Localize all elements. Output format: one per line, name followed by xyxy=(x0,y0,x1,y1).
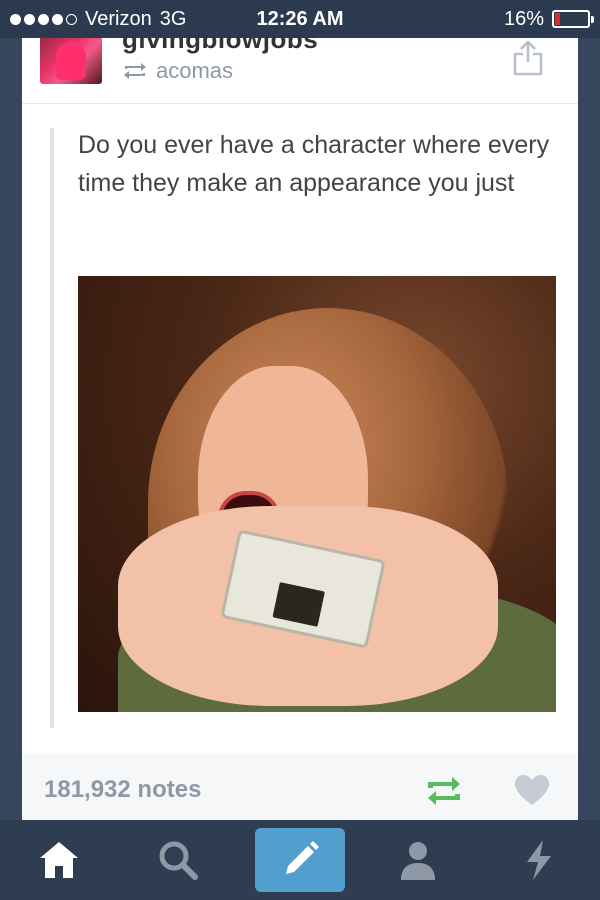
status-left: Verizon 3G xyxy=(10,8,186,31)
tab-bar xyxy=(0,820,600,900)
reblog-small-icon xyxy=(124,63,146,79)
tab-account[interactable] xyxy=(373,828,463,892)
reblog-icon[interactable] xyxy=(424,774,464,808)
signal-strength-icon xyxy=(10,13,77,25)
activity-icon xyxy=(527,840,551,880)
compose-icon xyxy=(286,841,319,874)
battery-icon xyxy=(552,10,594,28)
reblog-source-name: acomas xyxy=(156,58,234,83)
battery-level-fill xyxy=(555,13,561,25)
search-icon xyxy=(159,841,198,880)
home-icon xyxy=(40,842,78,878)
post-gif-image[interactable] xyxy=(78,276,556,712)
share-icon[interactable] xyxy=(512,40,544,76)
blockquote-bar xyxy=(50,128,54,728)
network-type: 3G xyxy=(159,7,187,30)
heart-icon[interactable] xyxy=(514,774,550,806)
tab-compose[interactable] xyxy=(255,828,345,892)
notes-count[interactable]: 181,932 notes xyxy=(44,776,201,804)
tab-search[interactable] xyxy=(133,828,223,892)
blog-name-link[interactable]: givingblowjobs xyxy=(122,38,318,55)
post-footer: 181,932 notes xyxy=(22,754,578,820)
reblog-source[interactable]: acomas xyxy=(122,58,233,84)
post-card: givingblowjobs acomas Do you ever have a… xyxy=(22,38,578,820)
status-right: 16% xyxy=(503,7,594,31)
blog-avatar[interactable] xyxy=(40,38,102,84)
account-icon xyxy=(401,842,435,880)
tab-activity[interactable] xyxy=(494,828,584,892)
carrier-name: Verizon xyxy=(85,7,152,30)
post-text: Do you ever have a character where every… xyxy=(78,131,550,197)
status-bar: Verizon 3G 12:26 AM 16% xyxy=(0,0,600,38)
tab-home[interactable] xyxy=(14,828,104,892)
battery-percent: 16% xyxy=(503,7,544,30)
post-header: givingblowjobs acomas xyxy=(22,38,578,104)
